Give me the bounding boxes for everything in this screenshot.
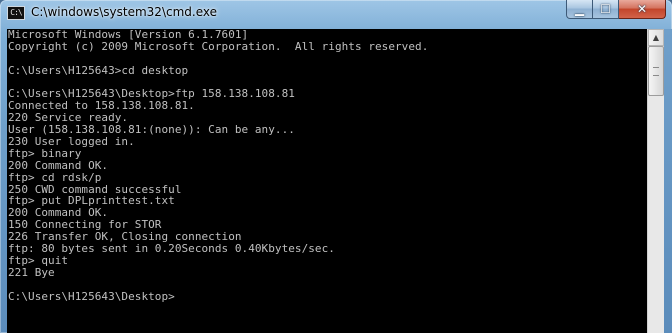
console-line: ftp: 80 bytes sent in 0.20Seconds 0.40Kb… <box>8 242 335 256</box>
maximize-button[interactable]: ☐ <box>593 0 619 19</box>
title-bar[interactable]: C:\ C:\windows\system32\cmd.exe ▁ ☐ ✕ <box>0 0 672 28</box>
console-line: ftp> cd rdsk/p <box>8 170 102 184</box>
scroll-up-button[interactable]: ▲ <box>648 29 664 46</box>
scrollbar-thumb[interactable] <box>648 46 664 96</box>
console-line: 200 Command OK. <box>8 158 109 172</box>
minimize-icon: ▁ <box>574 2 585 16</box>
minimize-button[interactable]: ▁ <box>566 0 593 19</box>
console-line: ftp> quit <box>8 253 69 267</box>
chevron-up-icon: ▲ <box>652 33 660 42</box>
cmd-window: C:\ C:\windows\system32\cmd.exe ▁ ☐ ✕ Mi… <box>0 0 672 333</box>
window-controls: ▁ ☐ ✕ <box>566 0 666 19</box>
console-prompt: C:\Users\H125643\Desktop> <box>8 289 175 303</box>
window-frame-right <box>664 29 672 333</box>
console-line: 230 User logged in. <box>8 135 135 149</box>
window-title: C:\windows\system32\cmd.exe <box>31 5 217 19</box>
close-button[interactable]: ✕ <box>619 0 666 19</box>
console-line: ftp> binary <box>8 146 82 160</box>
cmd-icon[interactable]: C:\ <box>7 6 25 20</box>
console-line: 221 Bye <box>8 265 55 279</box>
vertical-scrollbar[interactable]: ▲ <box>647 29 664 333</box>
console-line: C:\Users\H125643>cd desktop <box>8 63 189 77</box>
close-icon: ✕ <box>636 2 648 16</box>
console-text: Microsoft Windows [Version 6.1.7601] Copy… <box>7 29 647 302</box>
maximize-icon: ☐ <box>600 2 611 16</box>
console-line: Copyright (c) 2009 Microsoft Corporation… <box>8 39 429 53</box>
console-output[interactable]: Microsoft Windows [Version 6.1.7601] Copy… <box>7 29 647 333</box>
